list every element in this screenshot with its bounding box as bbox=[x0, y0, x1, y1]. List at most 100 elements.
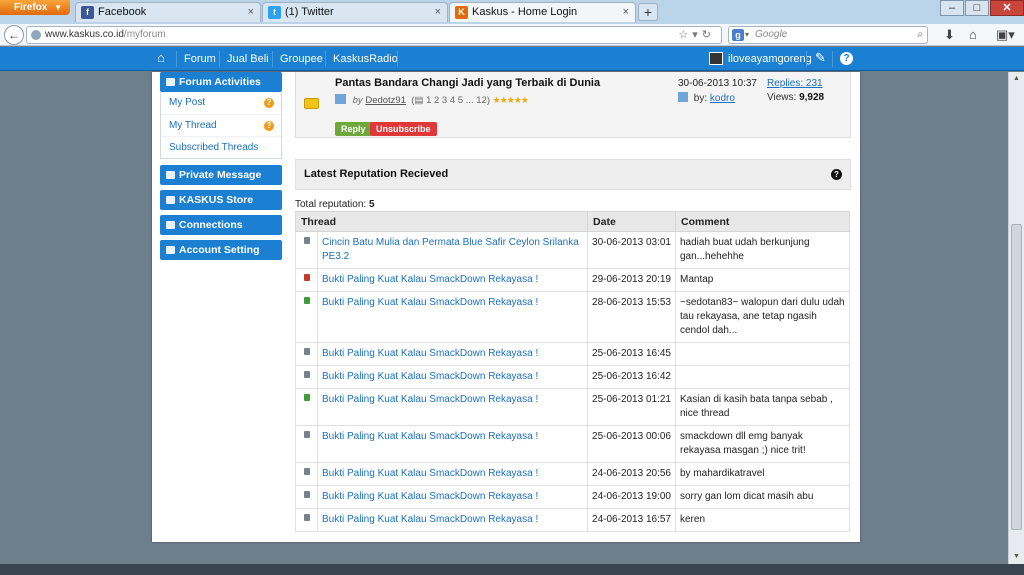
magnifier-icon[interactable]: ⌕ bbox=[917, 27, 923, 43]
avatar[interactable] bbox=[709, 52, 723, 65]
firefox-menu-button[interactable]: Firefox ▼ bbox=[0, 0, 70, 15]
download-icon[interactable]: ⬇ bbox=[944, 27, 955, 43]
url-host: www.kaskus.co.id bbox=[45, 29, 124, 40]
sidebar-item-subscribed-threads[interactable]: Subscribed Threads bbox=[161, 136, 281, 158]
reputation-heading-label: Latest Reputation Recieved bbox=[304, 168, 449, 180]
reply-button[interactable]: Reply bbox=[335, 122, 372, 136]
tab-facebook[interactable]: f Facebook × bbox=[75, 2, 261, 22]
sidebar-connections[interactable]: Connections bbox=[160, 215, 282, 235]
menu-forum[interactable]: Forum bbox=[184, 47, 216, 71]
menu-groupee[interactable]: Groupee bbox=[280, 47, 323, 71]
minimize-button[interactable]: – bbox=[940, 0, 964, 16]
replies-link[interactable]: Replies: 231 bbox=[767, 78, 823, 89]
reputation-date: 29-06-2013 20:19 bbox=[587, 268, 676, 292]
table-row: Bukti Paling Kuat Kalau SmackDown Rekaya… bbox=[295, 291, 850, 343]
last-poster-link[interactable]: kodro bbox=[710, 93, 735, 104]
firefox-menu-label: Firefox bbox=[14, 2, 48, 13]
address-bar[interactable]: www.kaskus.co.id/myforum ☆▾↻ bbox=[26, 26, 722, 44]
folder-icon bbox=[304, 98, 319, 109]
unsubscribe-button[interactable]: Unsubscribe bbox=[370, 122, 437, 136]
menu-jual-beli[interactable]: Jual Beli bbox=[227, 47, 269, 71]
rating-stars: ★★★★★ bbox=[492, 95, 529, 105]
facebook-icon: f bbox=[81, 6, 94, 19]
thread-link[interactable]: Bukti Paling Kuat Kalau SmackDown Rekaya… bbox=[316, 365, 589, 389]
divider bbox=[219, 51, 220, 67]
close-icon[interactable]: × bbox=[435, 3, 441, 21]
menu-kaskusradio[interactable]: KaskusRadio bbox=[333, 47, 398, 71]
scrollbar-thumb[interactable] bbox=[1011, 224, 1022, 530]
go-to-last-post-icon[interactable] bbox=[678, 92, 688, 102]
page-scrollbar[interactable]: ▲ ▼ bbox=[1008, 72, 1024, 564]
by-label: by bbox=[352, 95, 363, 106]
sidebar-account-setting[interactable]: Account Setting bbox=[160, 240, 282, 260]
username[interactable]: iloveayamgoreng bbox=[728, 47, 812, 71]
home-icon[interactable]: ⌂ bbox=[969, 27, 977, 42]
sidebar-forum-activities[interactable]: Forum Activities bbox=[160, 72, 282, 92]
page-links[interactable]: 1 2 3 4 5 ... 12 bbox=[426, 95, 487, 106]
sidebar-item-my-thread[interactable]: My Thread ? bbox=[161, 114, 281, 136]
mail-icon bbox=[166, 171, 175, 179]
thread-link[interactable]: Bukti Paling Kuat Kalau SmackDown Rekaya… bbox=[316, 425, 589, 463]
reputation-date: 24-06-2013 20:56 bbox=[587, 462, 676, 486]
sidebar-private-message[interactable]: Private Message bbox=[160, 165, 282, 185]
reputation-date: 25-06-2013 00:06 bbox=[587, 425, 676, 463]
sidebar-item-my-post[interactable]: My Post ? bbox=[161, 92, 281, 114]
thread-link[interactable]: Bukti Paling Kuat Kalau SmackDown Rekaya… bbox=[316, 342, 589, 366]
edit-icon[interactable]: ✎ bbox=[815, 50, 826, 66]
thread-meta: by Dedotz91 (▤ 1 2 3 4 5 ... 12) ★★★★★ bbox=[335, 94, 529, 106]
divider bbox=[325, 51, 326, 67]
total-reputation: Total reputation: 5 bbox=[295, 199, 851, 211]
sidebar: Forum Activities My Post ? My Thread ? S… bbox=[160, 72, 282, 265]
thread-link[interactable]: Bukti Paling Kuat Kalau SmackDown Rekaya… bbox=[316, 462, 589, 486]
table-row: Bukti Paling Kuat Kalau SmackDown Rekaya… bbox=[295, 425, 850, 463]
last-post-by: by: kodro bbox=[678, 92, 735, 104]
help-icon[interactable]: ? bbox=[840, 52, 853, 65]
divider bbox=[272, 51, 273, 67]
reputation-comment: keren bbox=[675, 508, 850, 532]
thread-link[interactable]: Cincin Batu Mulia dan Permata Blue Safir… bbox=[316, 231, 589, 269]
search-input[interactable]: g ▾ Google ⌕ bbox=[728, 26, 928, 44]
twitter-icon: t bbox=[268, 6, 281, 19]
scroll-down-icon[interactable]: ▼ bbox=[1009, 550, 1024, 564]
reputation-dot-icon bbox=[304, 491, 310, 498]
maximize-button[interactable]: □ bbox=[965, 0, 989, 16]
reputation-comment: hadiah buat udah berkunjung gan...hehehh… bbox=[675, 231, 850, 269]
reputation-indicator bbox=[295, 462, 318, 486]
total-reputation-value: 5 bbox=[368, 199, 375, 210]
main-content: Pantas Bandara Changi Jadi yang Terbaik … bbox=[294, 72, 851, 532]
forum-icon bbox=[166, 78, 175, 86]
help-icon[interactable]: ? bbox=[264, 121, 274, 131]
taskbar bbox=[0, 564, 1024, 575]
page-container: Forum Activities My Post ? My Thread ? S… bbox=[152, 72, 860, 542]
close-icon[interactable]: × bbox=[623, 3, 629, 21]
checkbox-icon[interactable] bbox=[335, 94, 346, 104]
back-button[interactable]: ← bbox=[4, 25, 24, 45]
reputation-date: 25-06-2013 16:45 bbox=[587, 342, 676, 366]
tab-twitter[interactable]: t (1) Twitter × bbox=[262, 2, 448, 22]
table-row: Cincin Batu Mulia dan Permata Blue Safir… bbox=[295, 231, 850, 269]
thread-link[interactable]: Bukti Paling Kuat Kalau SmackDown Rekaya… bbox=[316, 485, 589, 509]
reputation-comment: Mantap bbox=[675, 268, 850, 292]
menu-icon[interactable]: ▣▾ bbox=[996, 27, 1015, 43]
close-icon[interactable]: × bbox=[248, 3, 254, 21]
window-close-button[interactable]: ✕ bbox=[990, 0, 1024, 16]
sidebar-heading-label: KASKUS Store bbox=[179, 194, 254, 206]
thread-link[interactable]: Bukti Paling Kuat Kalau SmackDown Rekaya… bbox=[316, 291, 589, 343]
help-icon[interactable]: ? bbox=[264, 98, 274, 108]
tab-kaskus[interactable]: K Kaskus - Home Login × bbox=[449, 2, 636, 22]
thread-author-link[interactable]: Dedotz91 bbox=[365, 95, 406, 106]
thread-link[interactable]: Bukti Paling Kuat Kalau SmackDown Rekaya… bbox=[316, 268, 589, 292]
search-placeholder: Google bbox=[755, 29, 788, 40]
url-tools[interactable]: ☆▾↻ bbox=[678, 27, 715, 43]
thread-link[interactable]: Bukti Paling Kuat Kalau SmackDown Rekaya… bbox=[316, 508, 589, 532]
home-icon[interactable]: ⌂ bbox=[157, 51, 171, 65]
new-tab-button[interactable]: + bbox=[638, 3, 658, 21]
sidebar-kaskus-store[interactable]: KASKUS Store bbox=[160, 190, 282, 210]
help-icon[interactable]: ? bbox=[831, 169, 842, 180]
thread-link[interactable]: Bukti Paling Kuat Kalau SmackDown Rekaya… bbox=[316, 388, 589, 426]
scroll-up-icon[interactable]: ▲ bbox=[1009, 72, 1024, 86]
reputation-indicator bbox=[295, 508, 318, 532]
reputation-indicator bbox=[295, 291, 318, 343]
thread-title[interactable]: Pantas Bandara Changi Jadi yang Terbaik … bbox=[335, 77, 600, 89]
reputation-date: 30-06-2013 03:01 bbox=[587, 231, 676, 269]
